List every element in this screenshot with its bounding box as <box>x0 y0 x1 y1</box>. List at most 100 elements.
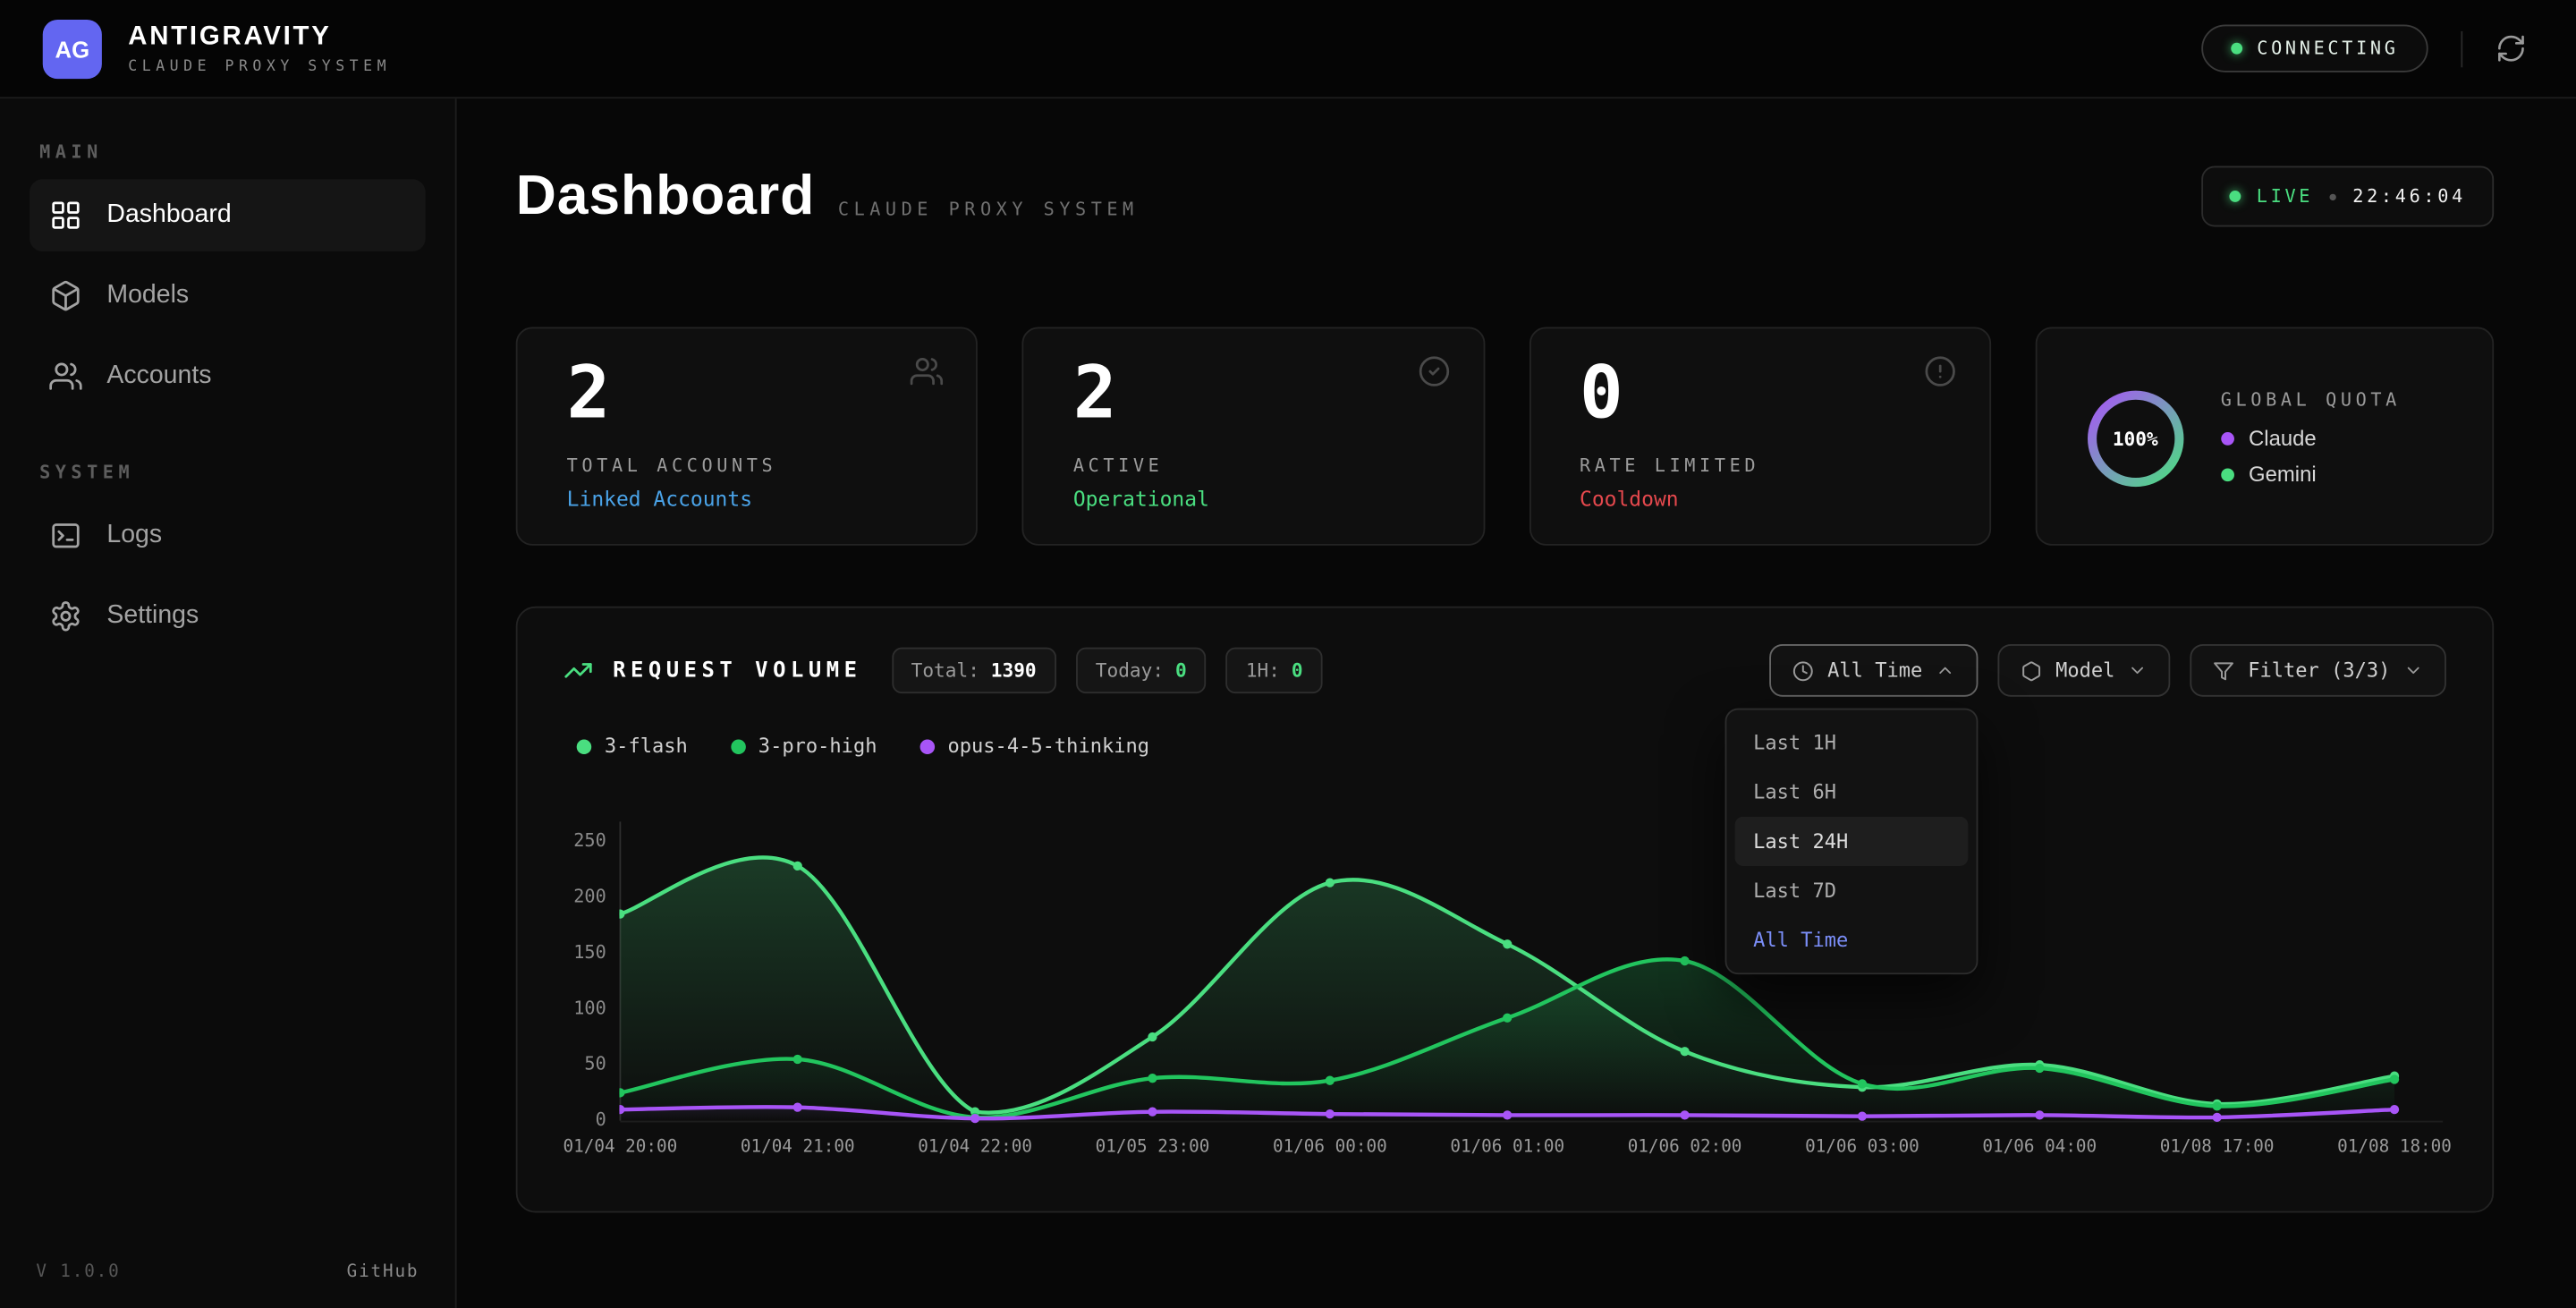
x-axis-label: 01/08 17:00 <box>2160 1137 2275 1157</box>
x-axis-label: 01/04 22:00 <box>918 1137 1032 1157</box>
nav-label: Accounts <box>106 361 211 391</box>
x-axis-label: 01/06 01:00 <box>1450 1137 1564 1157</box>
users-icon <box>49 360 82 393</box>
stats-row: 2 TOTAL ACCOUNTS Linked Accounts 2 ACTIV… <box>516 327 2494 546</box>
legend-item-3-flash[interactable]: 3-flash <box>577 733 688 759</box>
divider <box>2461 30 2462 66</box>
app-subtitle: CLAUDE PROXY SYSTEM <box>128 58 391 74</box>
request-volume-panel: REQUEST VOLUME Total: 1390 Today: 0 1H: … <box>516 607 2494 1213</box>
quota-ring: 100% <box>2083 386 2189 491</box>
filter-label: Filter (3/3) <box>2248 659 2390 683</box>
x-axis-label: 01/06 03:00 <box>1805 1137 1919 1157</box>
legend-item-opus-4-5-thinking[interactable]: opus-4-5-thinking <box>919 733 1149 759</box>
nav-label: Settings <box>106 601 199 631</box>
legend-dot-icon <box>919 739 935 754</box>
chevron-down-icon <box>2403 660 2423 680</box>
dropdown-item-last-6h[interactable]: Last 6H <box>1735 768 1969 817</box>
filter-button[interactable]: Filter (3/3) <box>2190 644 2446 697</box>
quota-legend-claude: Claude <box>2221 426 2401 451</box>
page-subtitle: CLAUDE PROXY SYSTEM <box>838 199 1139 220</box>
gear-icon <box>49 599 82 633</box>
y-axis-label: 200 <box>564 886 606 907</box>
nav-label: Models <box>106 281 189 310</box>
badge-value: 1390 <box>991 659 1037 683</box>
dropdown-item-all-time[interactable]: All Time <box>1735 915 1969 964</box>
sidebar-item-settings[interactable]: Settings <box>30 580 426 652</box>
page-title: Dashboard <box>516 165 815 229</box>
chevron-up-icon <box>1936 660 1955 680</box>
stat-label: TOTAL ACCOUNTS <box>567 455 940 477</box>
clock-icon <box>1793 659 1815 681</box>
badge-value: 0 <box>1175 659 1187 683</box>
x-axis-label: 01/04 21:00 <box>741 1137 855 1157</box>
nav-label: Logs <box>106 521 162 550</box>
live-status-badge: LIVE 22:46:04 <box>2200 166 2494 227</box>
connection-status-badge[interactable]: CONNECTING <box>2201 25 2428 72</box>
legend-dot-icon <box>577 739 592 754</box>
claude-dot-icon <box>2221 431 2234 445</box>
y-axis-label: 150 <box>564 941 606 963</box>
app-name: ANTIGRAVITY <box>128 22 391 52</box>
cube-icon <box>2021 659 2042 681</box>
live-dot-icon <box>2229 191 2241 202</box>
model-filter-label: Model <box>2055 659 2114 683</box>
x-axis-label: 01/04 20:00 <box>563 1137 677 1157</box>
connection-status-label: CONNECTING <box>2257 38 2398 59</box>
quota-legend-label: Claude <box>2249 426 2317 451</box>
time-range-dropdown: Last 1HLast 6HLast 24HLast 7DAll Time <box>1725 709 1979 975</box>
app-version: V 1.0.0 <box>36 1262 120 1282</box>
trending-up-icon <box>564 656 593 685</box>
time-range-button[interactable]: All Time <box>1770 644 1979 697</box>
live-clock: 22:46:04 <box>2352 186 2466 208</box>
sidebar: MAIN Dashboard Models Accounts SYSTEM Lo <box>0 98 457 1308</box>
badge-label: Today: <box>1096 659 1164 683</box>
legend-label: 3-flash <box>605 735 688 758</box>
y-axis-label: 100 <box>564 998 606 1019</box>
sidebar-item-dashboard[interactable]: Dashboard <box>30 179 426 251</box>
legend-dot-icon <box>731 739 746 754</box>
badge-label: 1H: <box>1246 659 1280 683</box>
model-filter-button[interactable]: Model <box>1998 644 2171 697</box>
sidebar-item-models[interactable]: Models <box>30 259 426 332</box>
top-bar: AG ANTIGRAVITY CLAUDE PROXY SYSTEM CONNE… <box>0 0 2576 98</box>
badge-value: 0 <box>1292 659 1303 683</box>
chart-plot-area[interactable]: 05010015020025001/04 20:0001/04 21:0001/… <box>564 786 2446 1167</box>
stat-card-active: 2 ACTIVE Operational <box>1022 327 1485 546</box>
hour-requests-badge: 1H: 0 <box>1226 648 1323 693</box>
today-requests-badge: Today: 0 <box>1076 648 1207 693</box>
grid-icon <box>49 199 82 232</box>
funnel-icon <box>2214 659 2235 681</box>
stat-card-rate-limited: 0 RATE LIMITED Cooldown <box>1529 327 1991 546</box>
badge-label: Total: <box>911 659 979 683</box>
legend-label: 3-pro-high <box>758 735 877 758</box>
gemini-dot-icon <box>2221 468 2234 481</box>
legend-item-3-pro-high[interactable]: 3-pro-high <box>731 733 877 759</box>
quota-label: GLOBAL QUOTA <box>2221 389 2401 411</box>
github-link[interactable]: GitHub <box>347 1262 419 1282</box>
stat-status: Cooldown <box>1580 487 1953 512</box>
sidebar-section-main: MAIN <box>39 141 426 163</box>
y-axis-label: 50 <box>564 1053 606 1074</box>
x-axis-label: 01/06 02:00 <box>1628 1137 1742 1157</box>
stat-status: Linked Accounts <box>567 487 940 512</box>
refresh-icon[interactable] <box>2496 33 2527 64</box>
dropdown-item-last-24h[interactable]: Last 24H <box>1735 817 1969 866</box>
x-axis-label: 01/06 00:00 <box>1273 1137 1387 1157</box>
separator-dot-icon <box>2330 193 2336 200</box>
main-content: Dashboard CLAUDE PROXY SYSTEM LIVE 22:46… <box>457 98 2576 1308</box>
status-dot-icon <box>2231 43 2242 55</box>
chevron-down-icon <box>2128 660 2148 680</box>
stat-value: 2 <box>567 358 940 430</box>
request-volume-chart[interactable] <box>619 786 2443 1131</box>
dropdown-item-last-7d[interactable]: Last 7D <box>1735 866 1969 915</box>
sidebar-item-logs[interactable]: Logs <box>30 499 426 572</box>
dropdown-item-last-1h[interactable]: Last 1H <box>1735 718 1969 768</box>
app-root: AG ANTIGRAVITY CLAUDE PROXY SYSTEM CONNE… <box>0 0 2576 1308</box>
sidebar-item-accounts[interactable]: Accounts <box>30 340 426 412</box>
y-axis-label: 0 <box>564 1109 606 1131</box>
alert-circle-icon <box>1923 355 1956 388</box>
nav-label: Dashboard <box>106 200 231 230</box>
time-range-label: All Time <box>1827 659 1922 683</box>
stat-label: RATE LIMITED <box>1580 455 1953 477</box>
cube-icon <box>49 279 82 312</box>
